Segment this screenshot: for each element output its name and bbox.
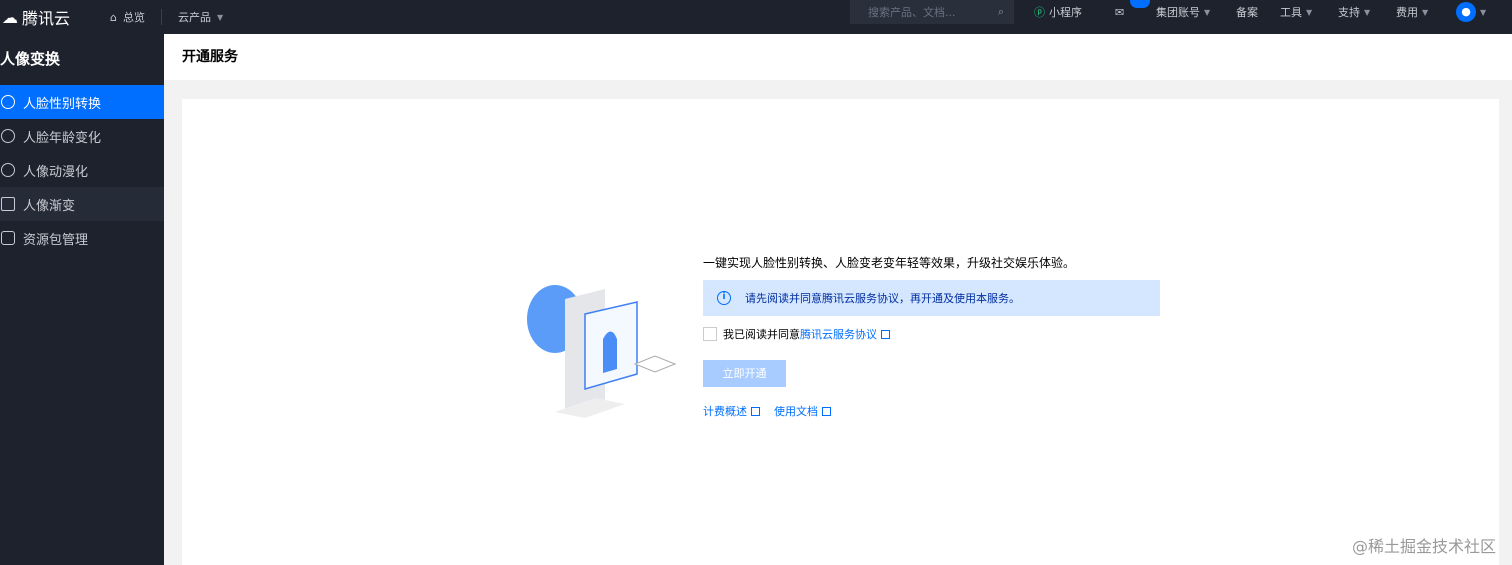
mail-icon[interactable]: ✉: [1115, 0, 1124, 24]
nav-products[interactable]: 云产品 ▼: [178, 9, 223, 25]
service-agreement-link[interactable]: 腾讯云服务协议: [800, 326, 890, 342]
watermark: @稀土掘金技术社区: [1351, 537, 1496, 556]
agree-checkbox[interactable]: [703, 327, 717, 341]
user-avatar-menu[interactable]: ● ▼: [1456, 0, 1486, 24]
morph-icon: [1, 197, 15, 211]
sidebar-item-anime[interactable]: 人像动漫化: [0, 153, 164, 187]
external-link-icon: [881, 330, 890, 339]
service-description: 一键实现人脸性别转换、人脸变老变年轻等效果，升级社交娱乐体验。: [703, 256, 1076, 270]
info-icon: i: [717, 291, 731, 305]
external-link-icon: [751, 407, 760, 416]
external-link-icon: [822, 407, 831, 416]
alarm-icon: [1, 163, 15, 177]
face-icon: [1, 95, 15, 109]
caret-down-icon: ▼: [1480, 7, 1487, 17]
sidebar-title: 人像变换: [0, 50, 61, 68]
mini-program-icon: ⓟ: [1034, 6, 1045, 19]
divider: [160, 9, 162, 25]
search-input[interactable]: 搜索产品、文档... ⌕: [850, 0, 1014, 24]
docs-link[interactable]: 使用文档: [774, 403, 831, 419]
sidebar-item-resource[interactable]: 资源包管理: [0, 221, 164, 255]
beian-link[interactable]: 备案: [1236, 0, 1258, 24]
group-account-menu[interactable]: 集团账号 ▼: [1156, 0, 1210, 24]
billing-menu[interactable]: 费用 ▼: [1396, 0, 1428, 24]
avatar-icon: ●: [1456, 2, 1476, 22]
pricing-link[interactable]: 计费概述: [703, 403, 760, 419]
cube-icon: [1, 231, 15, 245]
sidebar-item-gender[interactable]: 人脸性别转换: [0, 85, 164, 119]
caret-down-icon: ▼: [1364, 7, 1371, 17]
home-icon: ⌂: [110, 10, 117, 24]
face-scan-icon: [1, 129, 15, 143]
support-menu[interactable]: 支持 ▼: [1338, 0, 1370, 24]
caret-down-icon: ▼: [216, 12, 224, 22]
tools-menu[interactable]: 工具 ▼: [1280, 0, 1312, 24]
caret-down-icon: ▼: [1204, 7, 1211, 17]
agreement-row: 我已阅读并同意 腾讯云服务协议: [703, 326, 1163, 342]
mini-program-link[interactable]: ⓟ 小程序: [1034, 0, 1082, 24]
search-icon[interactable]: ⌕: [998, 5, 1004, 19]
nav-overview[interactable]: ⌂ 总览: [110, 9, 145, 25]
sidebar: 人像变换 人脸性别转换 人脸年龄变化 人像动漫化 人像渐变 资源包管理: [0, 34, 164, 565]
brand-logo[interactable]: ☁ 腾讯云: [2, 5, 102, 29]
notice-banner: i 请先阅读并同意腾讯云服务协议，再开通及使用本服务。: [703, 280, 1160, 316]
caret-down-icon: ▼: [1306, 7, 1313, 17]
cloud-icon: ☁: [2, 7, 18, 27]
caret-down-icon: ▼: [1422, 7, 1429, 17]
sidebar-item-age[interactable]: 人脸年龄变化: [0, 119, 164, 153]
sidebar-item-morph[interactable]: 人像渐变: [0, 187, 164, 221]
activation-card: 一键实现人脸性别转换、人脸变老变年轻等效果，升级社交娱乐体验。 i 请先阅读并同意…: [182, 99, 1499, 565]
page-title: 开通服务: [164, 34, 1512, 80]
service-illustration: [527, 285, 677, 418]
activate-button[interactable]: 立即开通: [703, 360, 786, 387]
